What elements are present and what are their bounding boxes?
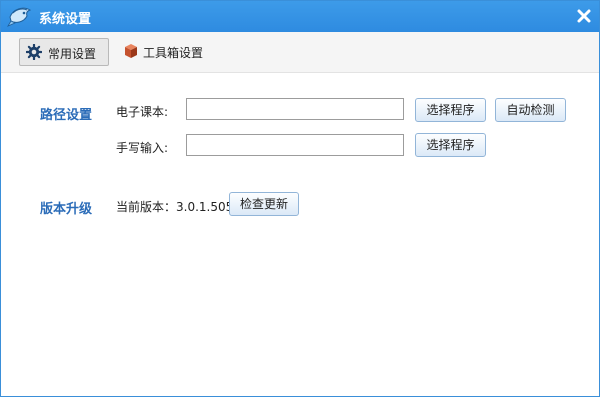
tab-label: 常用设置 bbox=[48, 47, 97, 61]
tab-label: 工具箱设置 bbox=[143, 46, 204, 60]
handwriting-label: 手写输入: bbox=[116, 141, 169, 155]
settings-window: 系统设置 常用设置 工具箱设置 路径设置 电子课本: 选择程序 自动检测 手写输… bbox=[0, 0, 600, 397]
cube-icon bbox=[125, 44, 137, 58]
fish-logo-icon bbox=[7, 7, 32, 27]
current-version-text: 当前版本：3.0.1.5053 bbox=[116, 200, 241, 214]
toolbar: 常用设置 工具箱设置 bbox=[1, 32, 599, 73]
version-upgrade-title: 版本升级 bbox=[40, 202, 93, 217]
title-bar[interactable]: 系统设置 bbox=[1, 1, 599, 32]
close-icon[interactable] bbox=[574, 6, 594, 26]
choose-textbook-program-button[interactable]: 选择程序 bbox=[415, 98, 486, 122]
textbook-path-input[interactable] bbox=[186, 98, 404, 120]
tab-toolbox-settings[interactable]: 工具箱设置 bbox=[119, 38, 207, 64]
auto-detect-button[interactable]: 自动检测 bbox=[495, 98, 566, 122]
textbook-label: 电子课本: bbox=[116, 105, 169, 119]
check-update-button[interactable]: 检查更新 bbox=[229, 192, 299, 216]
gear-icon bbox=[26, 44, 42, 60]
handwriting-path-input[interactable] bbox=[186, 134, 404, 156]
path-settings-title: 路径设置 bbox=[40, 108, 93, 123]
choose-handwriting-program-button[interactable]: 选择程序 bbox=[415, 133, 486, 157]
window-title: 系统设置 bbox=[39, 12, 92, 27]
tab-general-settings[interactable]: 常用设置 bbox=[19, 38, 109, 66]
